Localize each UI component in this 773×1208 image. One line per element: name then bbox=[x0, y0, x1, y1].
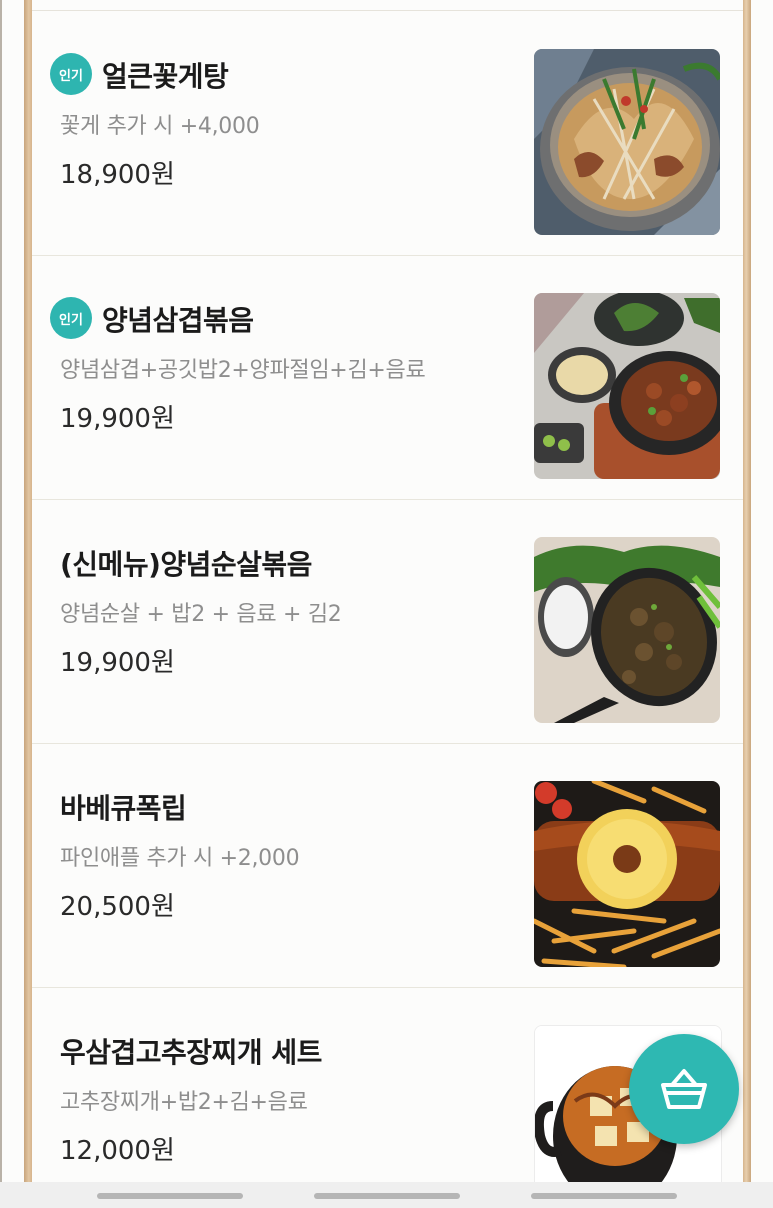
menu-item-name: 바베큐폭립 bbox=[60, 792, 187, 825]
menu-item-name: 우삼겹고추장찌개 세트 bbox=[60, 1036, 322, 1069]
menu-item-price: 18,900원 bbox=[60, 160, 175, 190]
menu-item-description: 고추장찌개+밥2+김+음료 bbox=[60, 1090, 308, 1115]
menu-item-name: (신메뉴)양념순살볶음 bbox=[60, 548, 312, 581]
popular-badge: 인기 bbox=[50, 53, 92, 95]
menu-item-name: 얼큰꽃게탕 bbox=[102, 60, 229, 93]
menu-screen: 인기 얼큰꽃게탕 꽃게 추가 시 +4,000 18,900원 인기 양념삼겹볶… bbox=[0, 0, 773, 1208]
menu-item-description: 양념삼겹+공깃밥2+양파절임+김+음료 bbox=[60, 358, 426, 383]
system-nav-bar bbox=[0, 1182, 773, 1208]
menu-item-price: 12,000원 bbox=[60, 1136, 175, 1166]
wood-frame-left bbox=[24, 0, 32, 1185]
menu-item-price: 19,900원 bbox=[60, 404, 175, 434]
nav-recent-apps[interactable] bbox=[97, 1193, 243, 1199]
popular-badge: 인기 bbox=[50, 297, 92, 339]
menu-item-name: 양념삼겹볶음 bbox=[102, 304, 254, 337]
menu-item-description: 파인애플 추가 시 +2,000 bbox=[60, 846, 300, 871]
basket-icon bbox=[661, 1069, 707, 1109]
menu-item[interactable]: 인기 양념삼겹볶음 양념삼겹+공깃밥2+양파절임+김+음료 19,900원 bbox=[32, 255, 743, 500]
menu-item-price: 19,900원 bbox=[60, 648, 175, 678]
menu-item-description: 양념순살 + 밥2 + 음료 + 김2 bbox=[60, 602, 342, 627]
menu-item[interactable]: 인기 얼큰꽃게탕 꽃게 추가 시 +4,000 18,900원 bbox=[32, 11, 743, 256]
cart-button[interactable] bbox=[629, 1034, 739, 1144]
menu-item-price: 20,500원 bbox=[60, 892, 175, 922]
menu-item-title-row: 인기 얼큰꽃게탕 bbox=[50, 53, 229, 95]
boneless-chicken-stirfry-photo[interactable] bbox=[534, 537, 720, 723]
wood-frame-right bbox=[743, 0, 751, 1185]
crab-stew-photo[interactable] bbox=[534, 49, 720, 235]
nav-home[interactable] bbox=[314, 1193, 460, 1199]
menu-item-description: 꽃게 추가 시 +4,000 bbox=[60, 114, 260, 139]
menu-item[interactable]: 바베큐폭립 파인애플 추가 시 +2,000 20,500원 bbox=[32, 743, 743, 988]
bbq-pork-ribs-photo[interactable] bbox=[534, 781, 720, 967]
screen-edge bbox=[0, 0, 2, 1185]
spicy-pork-belly-photo[interactable] bbox=[534, 293, 720, 479]
menu-item[interactable]: (신메뉴)양념순살볶음 양념순살 + 밥2 + 음료 + 김2 19,900원 bbox=[32, 499, 743, 744]
menu-item-title-row: 인기 양념삼겹볶음 bbox=[50, 297, 254, 339]
nav-back[interactable] bbox=[531, 1193, 677, 1199]
